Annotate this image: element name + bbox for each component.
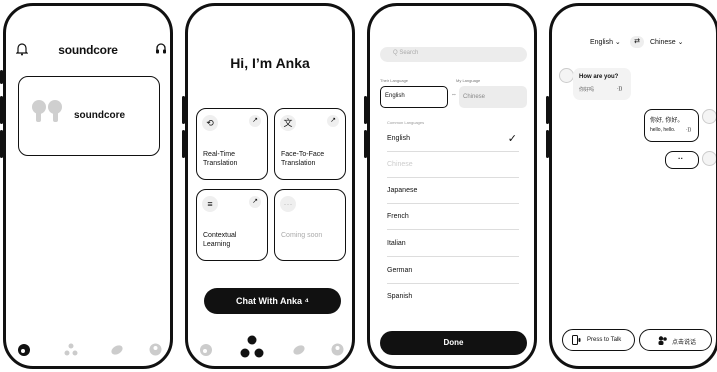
their-language-select[interactable]: English [380,86,448,108]
arrow-icon: ↗ [327,115,339,127]
message-bubble-typing: ·· [665,151,699,169]
language-bar: English ⌄ ⇄ Chinese ⌄ [552,36,716,50]
coming-soon-tile: ··· Coming soon [274,189,346,261]
headphones-icon[interactable] [155,42,167,55]
language-option-french[interactable]: French [387,204,519,230]
greeting-title: Hi, I’m Anka [230,55,310,71]
language-option-chinese[interactable]: Chinese [387,152,519,178]
bottom-nav [188,335,352,361]
phone-conversation-screen: English ⌄ ⇄ Chinese ⌄ How are you? 你好吗 ·… [549,3,717,369]
their-language-label: Their Language [380,78,409,83]
press-to-talk-button[interactable]: Press to Talk [562,329,635,351]
tile-label: Real-Time Translation [203,151,238,167]
profile-icon[interactable] [149,343,162,356]
tile-label: Coming soon [281,232,323,239]
face-to-face-translation-tile[interactable]: 文 ↗ Face-To-Face Translation [274,108,346,180]
people-icon [658,336,667,345]
arrow-icon: ↗ [249,196,261,208]
search-placeholder: Q Search [393,50,419,56]
done-button[interactable]: Done [380,331,527,355]
anka-icon[interactable] [64,343,78,357]
check-icon: ✓ [507,133,517,145]
left-language-select[interactable]: English ⌄ [590,38,621,46]
common-languages-label: Common Languages [387,120,425,125]
real-time-translation-tile[interactable]: ⟲ ↗ Real-Time Translation [196,108,268,180]
avatar-icon [702,109,716,124]
learning-icon: ≡ [202,196,218,212]
my-language-select[interactable]: Chinese [459,86,527,108]
contextual-learning-tile[interactable]: ≡ ↗ Contextual Learning [196,189,268,261]
avatar-icon [559,68,574,83]
language-option-spanish[interactable]: Spanish [387,284,519,310]
discover-icon[interactable] [110,344,124,356]
face-translate-icon: 文 [280,115,296,131]
press-to-talk-cn-button[interactable]: 点击说话 [639,329,712,351]
device-name: soundcore [74,110,126,121]
anka-icon[interactable] [240,335,264,359]
message-bubble-right: 你好, 你好。 hello, hello. ·)) [644,109,699,142]
language-option-english[interactable]: English ✓ [387,126,519,152]
language-option-german[interactable]: German [387,258,519,284]
phone-anka-screen: Hi, I’m Anka ⟲ ↗ Real-Time Translation 文… [185,3,355,369]
speaker-icon[interactable]: ·)) [686,127,691,133]
my-language-label: My Language [456,78,481,83]
swap-icon[interactable]: ⇄ [630,36,644,48]
discover-icon[interactable] [292,344,306,356]
brand-logo: soundcore [58,43,118,57]
speaker-icon[interactable]: ·)) [617,86,622,92]
home-icon[interactable] [18,344,30,356]
profile-icon[interactable] [331,343,344,356]
phone-mic-icon [572,335,581,345]
language-option-italian[interactable]: Italian [387,231,519,257]
home-icon[interactable] [200,344,212,356]
swap-icon[interactable]: ⇔ [451,92,457,98]
right-language-select[interactable]: Chinese ⌄ [650,38,684,46]
bottom-nav [6,341,170,361]
phone-home-screen: soundcore soundcore [3,3,173,369]
phone-language-picker: Q Search Their Language My Language Engl… [367,3,537,369]
earbuds-icon [32,100,62,122]
message-bubble-left: How are you? 你好吗 ·)) [573,68,631,100]
translate-icon: ⟲ [202,115,218,131]
tile-label: Contextual Learning [203,232,237,248]
chat-with-anka-button[interactable]: Chat With Anka ⁴ [204,288,341,314]
search-input[interactable]: Q Search [380,47,527,62]
arrow-icon: ↗ [249,115,261,127]
tile-label: Face-To-Face Translation [281,151,325,167]
avatar-icon [702,151,716,166]
language-option-japanese[interactable]: Japanese [387,178,519,204]
more-dots-icon: ··· [280,196,296,212]
